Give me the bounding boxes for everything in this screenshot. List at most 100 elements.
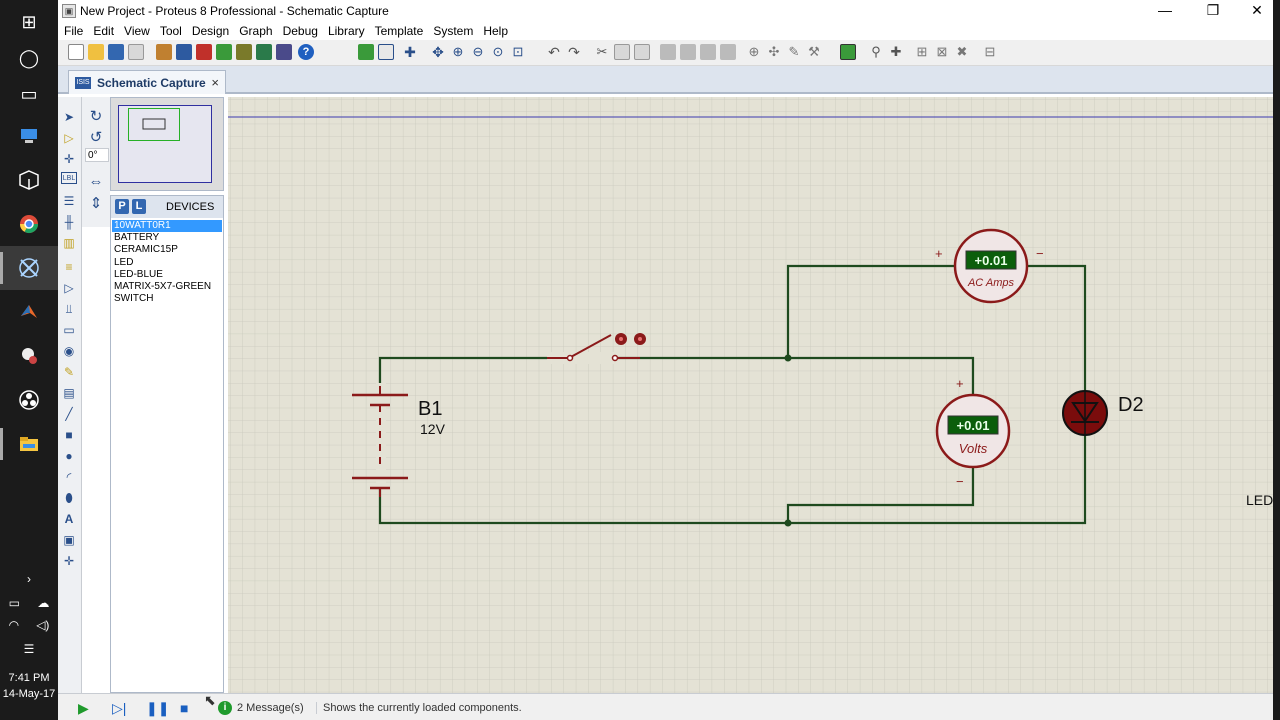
library-manager-button[interactable]: L — [132, 199, 146, 214]
pick-device-icon[interactable]: ⊕ — [746, 44, 762, 60]
origin-icon[interactable]: ✚ — [402, 44, 418, 60]
gerber-icon[interactable] — [216, 44, 232, 60]
box-app-icon[interactable] — [0, 158, 58, 202]
delete-sheet-icon[interactable]: ⊠ — [934, 44, 950, 60]
device-item[interactable]: SWITCH — [112, 293, 222, 305]
property-assign-icon[interactable]: ✚ — [888, 44, 904, 60]
device-item[interactable]: LED-BLUE — [112, 269, 222, 281]
component-mode-icon[interactable]: ▷ — [61, 130, 77, 146]
action-center-icon[interactable]: ☰ — [0, 638, 58, 660]
device-item[interactable]: 10WATT0R1 — [112, 220, 222, 233]
tab-schematic-capture[interactable]: ISIS Schematic Capture × — [68, 70, 226, 94]
box-mode-icon[interactable]: ■ — [61, 427, 77, 443]
package-tool-icon[interactable]: ✎ — [786, 44, 802, 60]
overview-window[interactable] — [110, 97, 224, 191]
virtual-instruments-icon[interactable]: ▤ — [61, 385, 77, 401]
zoom-out-icon[interactable]: ⊖ — [470, 44, 486, 60]
symbol-mode-icon[interactable]: ▣ — [61, 532, 77, 548]
arc-mode-icon[interactable]: ◜ — [61, 469, 77, 485]
messages-count[interactable]: 2 Message(s) — [237, 702, 304, 714]
subcircuit-icon[interactable]: ▥ — [61, 235, 77, 251]
redo-icon[interactable]: ↷ — [566, 44, 582, 60]
closed-path-icon[interactable]: ⬮ — [61, 490, 77, 506]
minimize-button[interactable]: — — [1143, 0, 1187, 22]
menu-design[interactable]: Design — [192, 22, 235, 40]
open-folder-icon[interactable] — [88, 44, 104, 60]
device-item[interactable]: MATRIX-5X7-GREEN — [112, 281, 222, 293]
cut-icon[interactable]: ✂ — [594, 44, 610, 60]
matlab-icon[interactable] — [0, 290, 58, 334]
3d-view-icon[interactable] — [236, 44, 252, 60]
file-explorer-icon[interactable] — [0, 422, 58, 466]
wire-label-icon[interactable]: LBL — [61, 172, 77, 184]
restore-button[interactable]: ❐ — [1191, 0, 1235, 22]
chrome-icon[interactable] — [0, 202, 58, 246]
system-clock[interactable]: 7:41 PM 14-May-17 — [0, 670, 58, 702]
run-simulation-icon[interactable]: ▶ — [78, 700, 89, 717]
block-copy-icon[interactable] — [660, 44, 676, 60]
wire-autorouter-icon[interactable] — [840, 44, 856, 60]
wifi-icon[interactable]: ◠ — [9, 618, 19, 632]
block-move-icon[interactable] — [680, 44, 696, 60]
generator-icon[interactable]: ◉ — [61, 343, 77, 359]
bom-icon[interactable] — [256, 44, 272, 60]
menu-tool[interactable]: Tool — [160, 22, 188, 40]
line-mode-icon[interactable]: ╱ — [61, 406, 77, 422]
device-item[interactable]: CERAMIC15P — [112, 244, 222, 256]
search-tag-icon[interactable]: ⚲ — [868, 44, 884, 60]
close-tab-icon[interactable]: × — [211, 75, 219, 90]
text-mode-icon[interactable]: A — [61, 511, 77, 527]
new-sheet-icon[interactable]: ⊞ — [914, 44, 930, 60]
mascot-app-icon[interactable] — [0, 334, 58, 378]
decompose-icon[interactable]: ⚒ — [806, 44, 822, 60]
paste-icon[interactable] — [634, 44, 650, 60]
task-view-icon[interactable]: ▭ — [0, 72, 58, 116]
menu-help[interactable]: Help — [483, 22, 514, 40]
home-icon[interactable] — [156, 44, 172, 60]
monitor-app-icon[interactable] — [0, 114, 58, 158]
menu-system[interactable]: System — [433, 22, 479, 40]
menu-template[interactable]: Template — [375, 22, 430, 40]
junction-dot-icon[interactable]: ✛ — [61, 151, 77, 167]
terminals-icon[interactable]: ≡ — [61, 259, 77, 275]
chevron-up-icon[interactable]: › — [0, 568, 58, 590]
zoom-all-icon[interactable]: ⊙ — [490, 44, 506, 60]
proteus-icon[interactable] — [0, 246, 58, 290]
buses-icon[interactable]: ╫ — [61, 214, 77, 230]
marker-mode-icon[interactable]: ✛ — [61, 553, 77, 569]
stop-simulation-icon[interactable]: ■ — [180, 700, 188, 716]
graph-mode-icon[interactable]: ⫫ — [61, 301, 77, 317]
voltage-probe-icon[interactable]: ✎ — [61, 364, 77, 380]
menu-library[interactable]: Library — [328, 22, 371, 40]
pause-simulation-icon[interactable]: ❚❚ — [146, 700, 169, 717]
source-code-icon[interactable] — [276, 44, 292, 60]
menu-graph[interactable]: Graph — [239, 22, 278, 40]
pan-icon[interactable]: ✥ — [430, 44, 446, 60]
mirror-horizontal-icon[interactable]: ⇔ — [88, 173, 104, 190]
new-file-icon[interactable] — [68, 44, 84, 60]
onedrive-icon[interactable]: ☁ — [37, 596, 49, 610]
selection-mode-icon[interactable]: ➤ — [61, 109, 77, 125]
undo-icon[interactable]: ↶ — [546, 44, 562, 60]
export-icon[interactable]: ⊟ — [982, 44, 998, 60]
menu-edit[interactable]: Edit — [93, 22, 120, 40]
rotate-clockwise-icon[interactable]: ↻ — [88, 107, 104, 125]
messages-info-icon[interactable]: i — [218, 701, 232, 715]
pick-devices-button[interactable]: P — [115, 199, 129, 214]
copy-icon[interactable] — [614, 44, 630, 60]
rotation-angle-field[interactable]: 0° — [85, 148, 109, 162]
obs-icon[interactable] — [0, 378, 58, 422]
refresh-icon[interactable] — [358, 44, 374, 60]
zoom-area-icon[interactable]: ⊡ — [510, 44, 526, 60]
schematic-editing-window[interactable]: B1 12V +0.01 AC Amps + − +0.01 Volts + −… — [228, 97, 1273, 693]
make-device-icon[interactable]: ✣ — [766, 44, 782, 60]
device-pins-icon[interactable]: ▷ — [61, 280, 77, 296]
block-rotate-icon[interactable] — [700, 44, 716, 60]
goto-sheet-icon[interactable]: ✖ — [954, 44, 970, 60]
text-script-icon[interactable]: ☰ — [61, 193, 77, 209]
tape-recorder-icon[interactable]: ▭ — [61, 322, 77, 338]
device-item[interactable]: BATTERY — [112, 232, 222, 244]
schematic-icon[interactable] — [176, 44, 192, 60]
block-delete-icon[interactable] — [720, 44, 736, 60]
overview-viewport[interactable] — [128, 108, 180, 141]
